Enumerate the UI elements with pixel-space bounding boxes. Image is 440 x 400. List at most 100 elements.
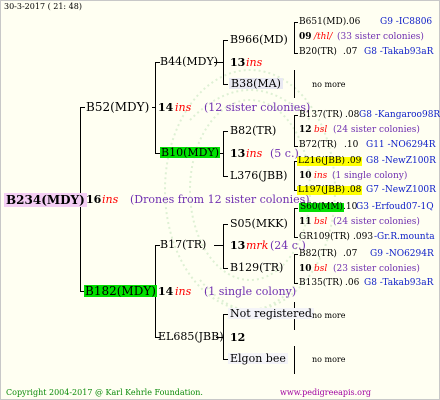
b44-num: 13 [230,56,246,69]
g4-year: .08 [346,185,363,195]
connector [80,107,85,108]
connector [294,208,298,209]
el685-queen[interactable]: EL685(JBB) [158,331,224,342]
b966-queen[interactable]: B966(MD) [230,34,288,45]
connector [223,176,228,177]
g4-code: -Gr.R.mounta [374,232,435,242]
g4-code: G8 -Kangaroo98R [359,110,440,120]
g4-code: G11 -NO6294R [366,140,436,150]
l376-ins: ins [314,171,328,181]
b966-note: (33 sister colonies) [337,32,424,42]
connector [223,40,224,85]
connector [223,131,224,177]
connector [294,22,295,54]
g4-name[interactable]: B135(TR) [299,279,343,288]
b17-ins: mrk [246,239,269,252]
b129-note: (23 sister colonies) [333,264,420,274]
s05-num: 11 [299,217,312,227]
g4-name[interactable]: S60(MM) [299,203,345,212]
g4-code: G8 -NewZ100R [366,156,436,166]
connector [294,283,298,284]
b129-num: 10 [299,264,312,274]
sire-num: 14 [158,285,174,298]
g4-year: .09 [346,156,363,166]
g4-code: G3 -Erfoud07-1Q [356,202,434,212]
g4-name[interactable]: B20(TR) [299,48,337,57]
g4-year: .08 [345,110,360,120]
g4-year: .06 [345,278,360,288]
s05-ins: bsl [314,217,328,227]
connector [294,70,295,98]
connector [294,53,298,54]
connector [223,84,228,85]
b82a-num: 12 [299,125,312,135]
g4-name[interactable]: B72(TR) [299,141,337,150]
g4-code: G8 -Takab93aR [364,47,434,57]
dam-note: (12 sister colonies) [204,101,311,114]
g4-name[interactable]: B651(MD) [299,18,346,27]
connector [294,346,295,374]
l376-num: 10 [299,171,312,181]
connector [294,254,295,284]
l376-note: (1 single colony) [332,171,408,181]
g4-code: G9 -IC8806 [380,17,433,27]
g4-year: .06 [346,17,361,27]
b44-ins: ins [246,56,263,69]
connector [294,161,295,191]
s05-note: (24 sister colonies) [333,217,420,227]
dam-num: 14 [158,101,174,114]
not-registered[interactable]: Not registered [228,308,314,319]
b966-ins: /thl/ [314,32,333,42]
g4-name[interactable]: B137(TR) [299,111,343,120]
notreg-more: no more [312,311,346,320]
b129-queen[interactable]: B129(TR) [230,262,283,273]
elgon-bee[interactable]: Elgon bee [228,353,288,364]
g4-year: .10 [344,140,359,150]
g4-year: .07 [343,249,358,259]
root-note: (Drones from 12 sister colonies) [130,193,310,206]
connector [223,131,228,132]
b38-queen[interactable]: B38(MA) [229,78,283,89]
dam-queen[interactable]: B52(MDY) [86,101,149,113]
date-stamp: 30-3-2017 ( 21: 48) [4,2,82,11]
connector [223,268,228,269]
connector [223,40,228,41]
s05-queen[interactable]: S05(MKK) [230,218,288,229]
b10-ins: ins [246,147,263,160]
b82a-ins: bsl [314,125,328,135]
l376-queen[interactable]: L376(JBB) [230,170,287,181]
b38-more: no more [312,80,346,89]
g4-name[interactable]: L197(JBB) [297,186,347,195]
site-link[interactable]: www.pedigreeapis.org [280,389,371,397]
el685-num: 12 [230,331,246,344]
root-ins: ins [102,193,119,206]
g4-name[interactable]: L216(JBB) [297,157,347,166]
connector [214,245,223,246]
b44-queen[interactable]: B44(MDY) [160,56,218,67]
root-num: 16 [86,193,102,206]
connector [294,22,298,23]
b10-note: (5 c.) [270,147,299,160]
g4-name[interactable]: GR109(TR) [299,233,350,242]
b129-ins: bsl [314,264,328,274]
connector [294,237,298,238]
root-queen[interactable]: B234(MDY) [4,193,87,207]
b10-queen[interactable]: B10(MDY) [160,147,221,158]
connector [155,62,156,154]
connector [223,224,228,225]
b82a-note: (24 sister colonies) [333,125,420,135]
b17-queen[interactable]: B17(TR) [160,239,206,250]
g4-name[interactable]: B82(TR) [299,250,337,259]
b10-num: 13 [230,147,246,160]
g4-year: .07 [343,47,358,57]
connector [294,115,298,116]
g4-code: G9 -NO6294R [370,249,434,259]
b82a-queen[interactable]: B82(TR) [230,125,276,136]
dam-ins: ins [175,101,192,114]
g4-code: G8 -Takab93aR [364,278,434,288]
sire-queen[interactable]: B182(MDY) [84,285,157,297]
g4-year: .093 [353,232,374,242]
elgon-more: no more [312,355,346,364]
connector [223,224,224,269]
copyright: Copyright 2004-2017 @ Karl Kehrle Founda… [6,388,203,397]
